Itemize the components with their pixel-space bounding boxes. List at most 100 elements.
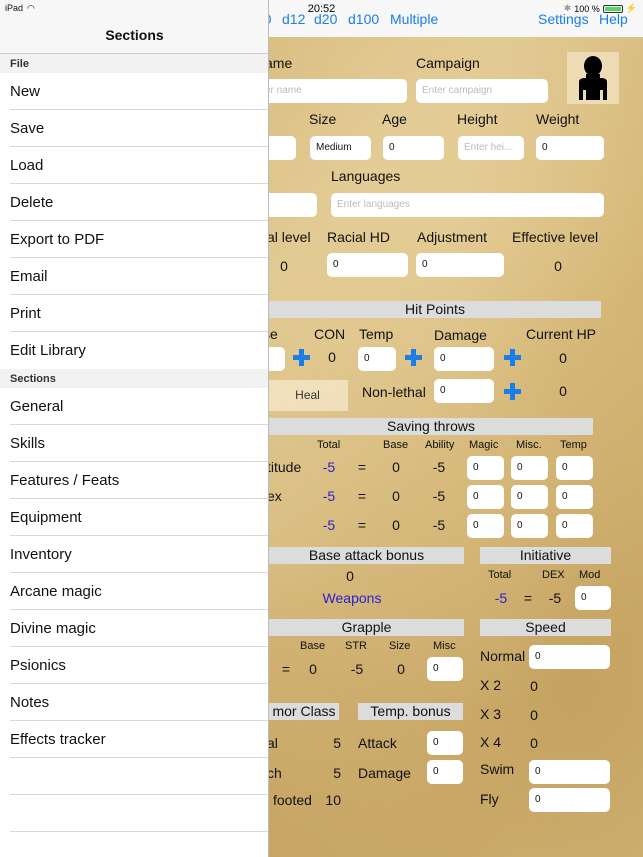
gender-input[interactable] xyxy=(269,136,296,160)
will-temp-input[interactable]: 0 xyxy=(556,514,593,538)
grapple-header: Grapple xyxy=(269,619,464,636)
character-portrait[interactable] xyxy=(567,52,619,104)
name-label: ame xyxy=(269,55,293,71)
hit-points-header: Hit Points xyxy=(269,301,601,318)
sidebar-item-notes[interactable]: Notes xyxy=(0,684,268,721)
menu-item-load[interactable]: Load xyxy=(0,147,268,184)
battery-icon xyxy=(602,4,623,13)
weapons-link[interactable]: Weapons xyxy=(317,590,387,606)
speed-fly-label: Fly xyxy=(480,791,499,807)
languages-input[interactable]: Enter languages xyxy=(331,193,604,217)
menu-item-export-pdf[interactable]: Export to PDF xyxy=(0,221,268,258)
ac-touch-value: 5 xyxy=(333,765,341,781)
sidebar-title: Sections xyxy=(105,27,164,43)
nonlethal-input[interactable]: 0 xyxy=(434,379,494,403)
class-level-value: 0 xyxy=(280,258,288,274)
ac-normal-value: 5 xyxy=(333,735,341,751)
bluetooth-icon: ✱ xyxy=(563,3,572,13)
base-attack-header: Base attack bonus xyxy=(269,547,464,564)
reflex-label: ex xyxy=(269,488,282,504)
sidebar-item-equipment[interactable]: Equipment xyxy=(0,499,268,536)
speed-normal-input[interactable]: 0 xyxy=(529,645,610,669)
add-base-hp-icon[interactable] xyxy=(292,348,310,366)
sidebar-header: iPad ◠ Sections xyxy=(0,0,268,54)
menu-item-email[interactable]: Email xyxy=(0,258,268,295)
grapple-str-header: STR xyxy=(345,640,367,652)
speed-header: Speed xyxy=(480,619,611,636)
add-damage-icon[interactable] xyxy=(503,348,521,366)
will-ability: -5 xyxy=(432,517,446,533)
weight-label: Weight xyxy=(536,111,580,127)
sidebar-item-features-feats[interactable]: Features / Feats xyxy=(0,462,268,499)
grapple-misc-input[interactable]: 0 xyxy=(427,657,463,681)
base-hp-input[interactable] xyxy=(269,347,285,371)
reflex-temp-input[interactable]: 0 xyxy=(556,485,593,509)
age-input[interactable]: 0 xyxy=(383,136,444,160)
sidebar-item-arcane-magic[interactable]: Arcane magic xyxy=(0,573,268,610)
saving-throws-header: Saving throws xyxy=(269,418,593,435)
grapple-base-header: Base xyxy=(300,640,326,652)
will-magic-input[interactable]: 0 xyxy=(467,514,504,538)
temp-attack-input[interactable]: 0 xyxy=(427,731,463,755)
con-label: CON xyxy=(314,326,346,342)
size-label: Size xyxy=(309,111,337,127)
fortitude-total: -5 xyxy=(322,459,336,475)
campaign-label: Campaign xyxy=(416,55,480,71)
height-input[interactable]: Enter hei... xyxy=(458,136,524,160)
racial-hd-input[interactable]: 0 xyxy=(327,253,408,277)
fortitude-magic-input[interactable]: 0 xyxy=(467,456,504,480)
initiative-dex-header: DEX xyxy=(542,569,565,581)
person-silhouette-icon xyxy=(579,56,607,100)
ac-touch-label: ch xyxy=(269,765,282,781)
speed-swim-label: Swim xyxy=(480,761,515,777)
reflex-misc-input[interactable]: 0 xyxy=(511,485,548,509)
sidebar-item-general[interactable]: General xyxy=(0,388,268,425)
fortitude-misc-input[interactable]: 0 xyxy=(511,456,548,480)
campaign-input[interactable]: Enter campaign xyxy=(416,79,548,103)
temp-hp-input[interactable]: 0 xyxy=(358,347,396,371)
speed-fly-input[interactable]: 0 xyxy=(529,788,610,812)
base-attack-value: 0 xyxy=(346,568,354,584)
add-temp-hp-icon[interactable] xyxy=(404,348,422,366)
height-label: Height xyxy=(457,111,498,127)
fortitude-temp-input[interactable]: 0 xyxy=(556,456,593,480)
charging-icon: ⚡ xyxy=(625,3,637,13)
size-select[interactable]: Medium xyxy=(310,136,371,160)
add-nonlethal-icon[interactable] xyxy=(503,382,521,400)
class-level-label: al level xyxy=(269,229,311,245)
temp-attack-label: Attack xyxy=(358,735,397,751)
temp-damage-input[interactable]: 0 xyxy=(427,760,463,784)
reflex-magic-input[interactable]: 0 xyxy=(467,485,504,509)
sidebar-item-effects-tracker[interactable]: Effects tracker xyxy=(0,721,268,758)
sections-sidebar: iPad ◠ Sections File New Save Load Delet… xyxy=(0,0,269,857)
grapple-size-header: Size xyxy=(389,640,411,652)
initiative-mod-input[interactable]: 0 xyxy=(575,586,611,610)
effective-level-value: 0 xyxy=(554,258,562,274)
nonlethal-current-value: 0 xyxy=(559,383,567,399)
grapple-base: 0 xyxy=(309,661,317,677)
fortitude-base: 0 xyxy=(392,459,400,475)
current-hp-label: Current HP xyxy=(526,326,597,342)
menu-item-new[interactable]: New xyxy=(0,73,268,110)
sidebar-item-divine-magic[interactable]: Divine magic xyxy=(0,610,268,647)
sidebar-item-inventory[interactable]: Inventory xyxy=(0,536,268,573)
menu-item-delete[interactable]: Delete xyxy=(0,184,268,221)
sidebar-item-psionics[interactable]: Psionics xyxy=(0,647,268,684)
file-section-header: File xyxy=(0,54,268,73)
sidebar-item-skills[interactable]: Skills xyxy=(0,425,268,462)
heal-button[interactable]: Heal xyxy=(269,380,348,411)
sidebar-item-empty xyxy=(0,795,268,832)
menu-item-save[interactable]: Save xyxy=(0,110,268,147)
grapple-equals: = xyxy=(281,661,291,677)
weight-input[interactable]: 0 xyxy=(536,136,604,160)
save-total-header: Total xyxy=(317,439,341,451)
alignment-input[interactable] xyxy=(269,193,317,217)
damage-input[interactable]: 0 xyxy=(434,347,494,371)
name-input[interactable]: er name xyxy=(269,79,407,103)
battery-percent: 100 % xyxy=(574,3,600,14)
menu-item-print[interactable]: Print xyxy=(0,295,268,332)
menu-item-edit-library[interactable]: Edit Library xyxy=(0,332,268,369)
will-misc-input[interactable]: 0 xyxy=(511,514,548,538)
speed-swim-input[interactable]: 0 xyxy=(529,760,610,784)
adjustment-input[interactable]: 0 xyxy=(416,253,504,277)
